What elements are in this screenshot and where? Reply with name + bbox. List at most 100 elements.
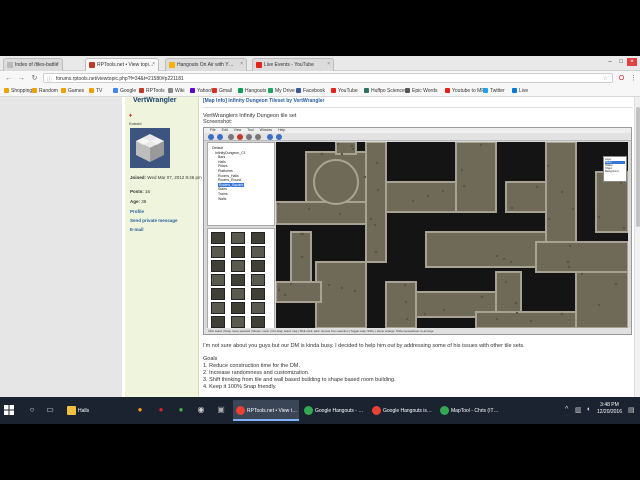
author-username[interactable]: VertWrangler (133, 97, 176, 104)
opera-icon[interactable]: ● (155, 404, 167, 416)
bookmark-star-icon[interactable]: ☆ (603, 75, 608, 82)
tab-rptools[interactable]: RPTools.net • View topi… × (85, 58, 159, 71)
tile-thumbnail[interactable] (251, 302, 265, 314)
back-icon[interactable]: ← (4, 74, 13, 83)
email-link[interactable]: E-mail (130, 227, 144, 232)
tree-item[interactable]: Rooms_Round (218, 178, 241, 182)
bookmark-item[interactable]: Twitter (483, 87, 505, 95)
page-scrollbar[interactable] (634, 97, 640, 397)
tile-thumbnail[interactable] (211, 288, 225, 300)
tile-thumbnail[interactable] (211, 260, 225, 272)
clock[interactable]: 3:48 PM 12/20/2016 (597, 402, 622, 416)
windows-start-icon[interactable] (4, 405, 14, 415)
bookmark-item[interactable]: YouTube (331, 87, 358, 95)
bookmark-item[interactable]: Shopping (4, 87, 32, 95)
bookmark-item[interactable]: Huffpo Science (364, 87, 405, 95)
tile-thumbnail[interactable] (231, 316, 245, 328)
tile-thumbnail[interactable] (251, 260, 265, 272)
close-window-icon[interactable]: × (627, 58, 637, 66)
tile-thumbnail[interactable] (251, 246, 265, 258)
tile-thumbnail[interactable] (231, 274, 245, 286)
volume-icon[interactable]: ◖ (586, 406, 590, 413)
bookmark-item[interactable]: Google (113, 87, 136, 95)
tab-hangouts[interactable]: Hangouts On Air with Y… × (165, 58, 247, 71)
embedded-screenshot[interactable]: File Edit View Tool Window Help Default Infini… (203, 127, 632, 335)
reload-icon[interactable]: ↻ (30, 74, 39, 83)
bookmark-item[interactable]: Yahoo! (190, 87, 212, 95)
bookmark-item[interactable]: Games (61, 87, 84, 95)
firefox-icon[interactable]: ● (134, 404, 146, 416)
tree-item[interactable]: Trains (218, 192, 228, 196)
tile-thumbnail[interactable] (251, 288, 265, 300)
taskbar-app-hangouts[interactable]: Google Hangouts - … (301, 400, 367, 421)
bookmark-item[interactable]: Epic Words (405, 87, 437, 95)
close-icon[interactable]: × (56, 61, 59, 67)
tile-thumbnail[interactable] (231, 302, 245, 314)
tile-thumbnail[interactable] (231, 260, 245, 272)
search-icon[interactable]: ○ (26, 404, 38, 416)
app-icon[interactable]: ◉ (195, 404, 207, 416)
bookmark-item[interactable]: Wiki (168, 87, 184, 95)
tab-youtube[interactable]: Live Events - YouTube × (252, 58, 334, 71)
minimize-icon[interactable]: – (605, 58, 615, 66)
forward-icon[interactable]: → (17, 74, 26, 83)
tree-item[interactable]: Walls (218, 197, 226, 201)
opera-icon[interactable]: O (617, 74, 626, 83)
layer-option[interactable]: Background (605, 170, 625, 173)
tree-item[interactable]: Pillars (218, 164, 228, 168)
tree-item[interactable]: Platforms (218, 169, 233, 173)
taskbar-app-hangouts-is[interactable]: Google Hangouts is… (369, 400, 435, 421)
profile-link[interactable]: Profile (130, 209, 144, 214)
maximize-icon[interactable]: □ (616, 58, 626, 66)
close-icon[interactable]: × (152, 61, 155, 67)
taskbar-app-halls[interactable]: Halls (64, 400, 128, 421)
network-icon[interactable]: ▥ (575, 406, 582, 414)
tile-thumbnail[interactable] (231, 246, 245, 258)
tree-item[interactable]: Rooms_Square (218, 182, 245, 187)
bookmark-item[interactable]: Random (32, 87, 58, 95)
bookmark-item[interactable]: Live (512, 87, 528, 95)
tile-thumbnail[interactable] (231, 232, 245, 244)
tray-chevron-icon[interactable]: ^ (565, 406, 568, 413)
tile-thumbnail[interactable] (211, 246, 225, 258)
taskbar-app-rptools[interactable]: RPTools.net • View t… (233, 400, 299, 421)
taskbar-app-maptool[interactable]: MapTool - Chris (IT… (437, 400, 503, 421)
bookmark-item[interactable]: Gmail (212, 87, 232, 95)
scroll-thumb[interactable] (636, 107, 640, 227)
bookmark-item[interactable]: RPTools (139, 87, 165, 95)
send-pm-link[interactable]: Send private message (130, 218, 178, 223)
tile-thumbnail[interactable] (251, 232, 265, 244)
url-input[interactable]: ⓘ forums.rptools.net/viewtopic.php?f=34&… (43, 73, 613, 83)
tile-thumbnail[interactable] (231, 288, 245, 300)
tree-item[interactable]: InfinityDungeon_C1 (215, 151, 246, 155)
maptool-toolbar (204, 133, 631, 141)
tree-item[interactable]: Default (212, 146, 223, 150)
app-icon[interactable]: ● (175, 404, 187, 416)
bookmark-item[interactable]: Hangouts (238, 87, 266, 95)
close-icon[interactable]: × (240, 61, 243, 67)
menu-icon[interactable]: ⋮ (629, 74, 638, 83)
taskbar: ○ ▭ Halls ● ● ● ◉ ▣ RPTools.net • View t… (0, 397, 640, 424)
bookmark-item[interactable]: Youtube to MP3 (445, 87, 487, 95)
task-view-icon[interactable]: ▭ (44, 404, 56, 416)
tile-thumbnail[interactable] (211, 274, 225, 286)
tile-thumbnail[interactable] (211, 316, 225, 328)
tile-thumbnail[interactable] (211, 302, 225, 314)
bookmark-item[interactable]: My Drive (268, 87, 295, 95)
notifications-icon[interactable]: ▤ (628, 406, 635, 414)
bookmark-item[interactable]: TV (89, 87, 102, 95)
joined-field: Joined: Wed Mar 07, 2012 8:46 pm (130, 175, 202, 180)
tree-item[interactable]: Bars (218, 155, 225, 159)
post-title[interactable]: [Map Info] Infinity Dungeon Tileset by V… (203, 98, 325, 104)
tree-item[interactable]: Halls (218, 160, 226, 164)
rank-icon: ♦ (129, 113, 133, 119)
app-icon[interactable]: ▣ (215, 404, 227, 416)
close-icon[interactable]: × (327, 61, 330, 67)
tree-item[interactable]: Stairs (218, 187, 227, 191)
tile-thumbnail[interactable] (251, 274, 265, 286)
tab-index[interactable]: Index of /tiles-battle × (3, 58, 63, 71)
tile-thumbnail[interactable] (251, 316, 265, 328)
bookmark-item[interactable]: Facebook (296, 87, 325, 95)
tree-item[interactable]: Rooms_Halls (218, 174, 239, 178)
tile-thumbnail[interactable] (211, 232, 225, 244)
